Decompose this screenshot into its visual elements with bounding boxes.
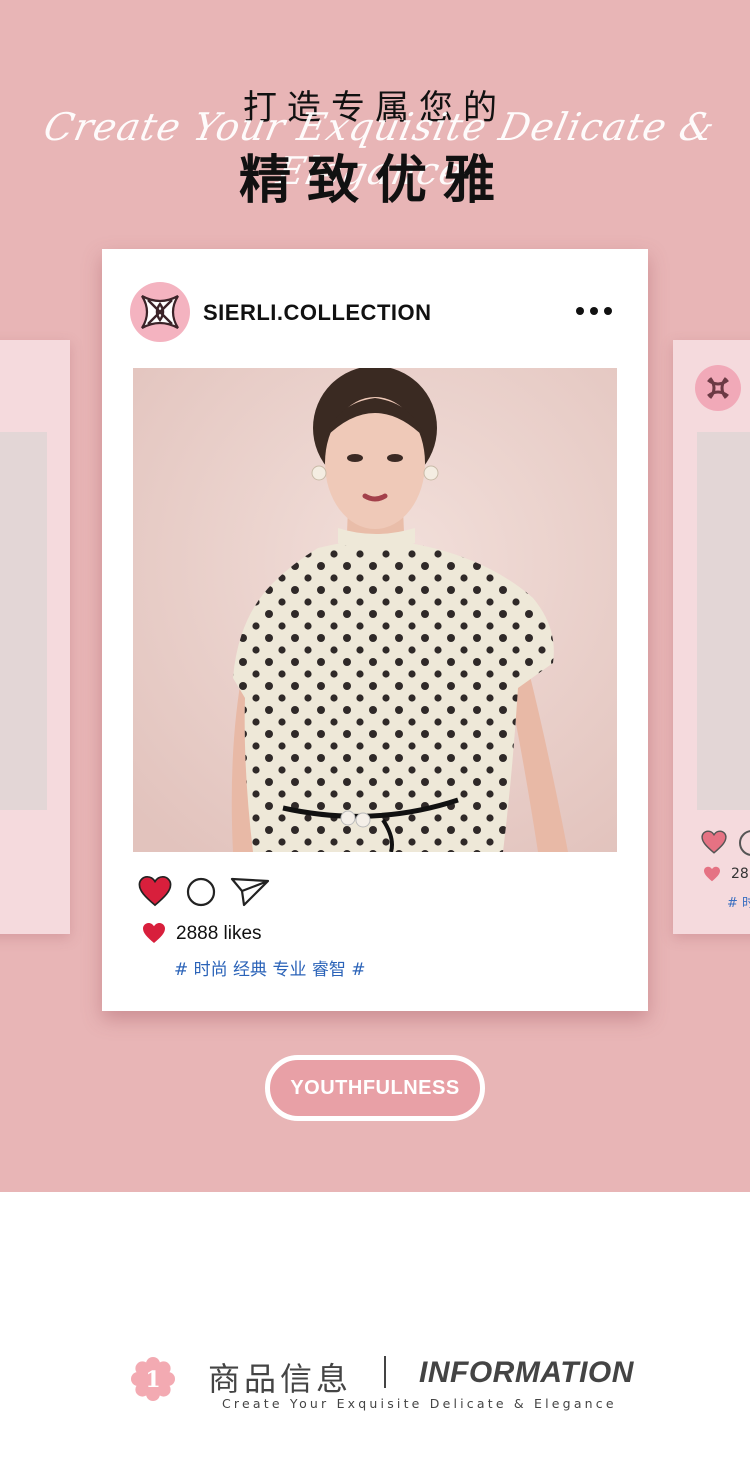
next-post-image-placeholder xyxy=(697,432,750,810)
likes-heart-icon xyxy=(704,866,720,882)
post-photo xyxy=(133,368,617,852)
comment-icon xyxy=(739,830,750,856)
model-portrait-illustration xyxy=(133,368,617,852)
youthfulness-button[interactable]: YOUTHFULNESS xyxy=(265,1055,485,1121)
section-subtitle: Create Your Exquisite Delicate & Eleganc… xyxy=(222,1396,617,1411)
brand-logo-icon xyxy=(707,377,729,399)
comment-icon[interactable] xyxy=(186,877,216,907)
likes-heart-icon xyxy=(143,923,165,943)
prev-post-card[interactable] xyxy=(0,340,70,934)
flower-badge-icon: 1 xyxy=(131,1357,175,1401)
more-options-button[interactable] xyxy=(576,305,616,317)
more-dots-icon xyxy=(604,307,612,315)
section-title-en: INFORMATION xyxy=(419,1356,634,1389)
next-post-likes: 28 xyxy=(731,866,749,882)
heart-icon[interactable] xyxy=(138,875,172,907)
avatar[interactable] xyxy=(130,282,190,342)
next-post-avatar xyxy=(695,365,741,411)
likes-count[interactable]: 2888 likes xyxy=(176,923,262,945)
next-post-hashtags: # 时 xyxy=(727,896,750,911)
brand-logo-icon xyxy=(138,292,182,332)
title-divider xyxy=(384,1356,386,1388)
section-number: 1 xyxy=(145,1367,160,1393)
hero-banner: 打造专属您的 Create Your Exquisite Delicate & … xyxy=(0,0,750,1192)
section-number-badge: 1 xyxy=(130,1356,176,1402)
hashtags[interactable]: # 时尚 经典 专业 睿智 # xyxy=(174,955,366,980)
share-icon[interactable] xyxy=(230,875,270,907)
section-title-cn: 商品信息 xyxy=(208,1360,353,1398)
post-card: SIERLI.COLLECTION 2888 likes # 时尚 经典 专业 … xyxy=(102,249,648,1011)
prev-post-image-placeholder xyxy=(0,432,47,810)
more-dots-icon xyxy=(576,307,584,315)
information-section: 1 商品信息 INFORMATION Create Your Exquisite… xyxy=(0,1340,750,1430)
headline-line-2: 精致优雅 xyxy=(238,151,511,211)
heart-icon xyxy=(701,830,727,854)
brand-username[interactable]: SIERLI.COLLECTION xyxy=(203,300,432,326)
more-dots-icon xyxy=(590,307,598,315)
next-post-card[interactable]: 28 # 时 xyxy=(673,340,750,934)
